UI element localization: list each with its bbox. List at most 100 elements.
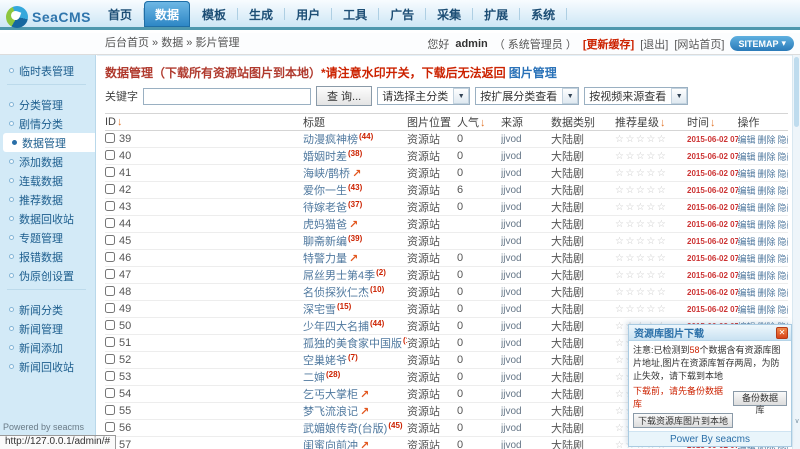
vertical-scrollbar[interactable]: ∨ [792, 55, 800, 449]
nav-item[interactable]: 工具 [332, 1, 378, 27]
sidebar-item[interactable]: 新闻添加 [0, 338, 95, 357]
sidebar-item[interactable]: 分类管理 [0, 95, 95, 114]
edit-link[interactable]: 编辑 [738, 169, 756, 179]
delete-link[interactable]: 删除 [758, 169, 776, 179]
hide-link[interactable]: 隐藏 [778, 135, 788, 145]
image-manage-link[interactable]: 图片管理 [509, 66, 557, 80]
row-checkbox[interactable] [105, 201, 115, 211]
edit-link[interactable]: 编辑 [738, 220, 756, 230]
sidebar-item[interactable]: 伪原创设置 [0, 266, 95, 285]
nav-item[interactable]: 用户 [285, 1, 331, 27]
row-title-link[interactable]: 梦飞流浪记 [303, 406, 358, 418]
row-checkbox[interactable] [105, 303, 115, 313]
nav-item[interactable]: 生成 [238, 1, 284, 27]
row-title-link[interactable]: 海峡/鹊桥 [303, 168, 350, 180]
column-header[interactable]: 推荐星级↓ [615, 114, 687, 131]
row-title-link[interactable]: 孤独的美食家中国版 [303, 338, 402, 350]
row-title-link[interactable]: 爱你一生 [303, 185, 347, 197]
logout-link[interactable]: [退出] [640, 36, 668, 52]
column-header[interactable]: 来源↓ [501, 114, 551, 131]
nav-item[interactable]: 数据 [144, 1, 190, 27]
star-rating[interactable]: ☆☆☆☆☆ [615, 148, 687, 165]
star-rating[interactable]: ☆☆☆☆☆ [615, 301, 687, 318]
sidebar-item[interactable]: 新闻分类 [0, 300, 95, 319]
column-header[interactable]: 操作↓ [738, 114, 789, 131]
row-title-link[interactable]: 名侦探狄仁杰 [303, 287, 369, 299]
row-checkbox[interactable] [105, 167, 115, 177]
row-checkbox[interactable] [105, 371, 115, 381]
row-title-link[interactable]: 乞丐大掌柜 [303, 389, 358, 401]
star-rating[interactable]: ☆☆☆☆☆ [615, 233, 687, 250]
column-header[interactable]: 时间↓ [687, 114, 738, 131]
hide-link[interactable]: 隐藏 [778, 254, 788, 264]
backup-database-button[interactable]: 备份数据库 [733, 391, 787, 406]
edit-link[interactable]: 编辑 [738, 305, 756, 315]
edit-link[interactable]: 编辑 [738, 186, 756, 196]
filter-select[interactable]: 请选择主分类▼ [377, 87, 470, 105]
row-title-link[interactable]: 二婶 [303, 372, 325, 384]
row-checkbox[interactable] [105, 286, 115, 296]
edit-link[interactable]: 编辑 [738, 271, 756, 281]
sidebar-item[interactable]: 推荐数据 [0, 190, 95, 209]
search-button[interactable]: 查 询... [316, 86, 372, 106]
row-checkbox[interactable] [105, 337, 115, 347]
delete-link[interactable]: 删除 [758, 288, 776, 298]
edit-link[interactable]: 编辑 [738, 135, 756, 145]
column-header[interactable]: 数据类别↓ [551, 114, 615, 131]
column-header[interactable]: 图片位置↓ [407, 114, 457, 131]
star-rating[interactable]: ☆☆☆☆☆ [615, 199, 687, 216]
star-rating[interactable]: ☆☆☆☆☆ [615, 216, 687, 233]
delete-link[interactable]: 删除 [758, 203, 776, 213]
sidebar-item[interactable]: 连载数据 [0, 171, 95, 190]
edit-link[interactable]: 编辑 [738, 254, 756, 264]
edit-link[interactable]: 编辑 [738, 203, 756, 213]
row-title-link[interactable]: 屌丝男士第4季 [303, 270, 375, 282]
edit-link[interactable]: 编辑 [738, 288, 756, 298]
hide-link[interactable]: 隐藏 [778, 186, 788, 196]
delete-link[interactable]: 删除 [758, 135, 776, 145]
row-title-link[interactable]: 闺蜜向前冲 [303, 440, 358, 449]
delete-link[interactable]: 删除 [758, 305, 776, 315]
sidebar-item[interactable]: 新闻管理 [0, 319, 95, 338]
sidebar-item[interactable]: 报错数据 [0, 247, 95, 266]
nav-item[interactable]: 系统 [520, 1, 566, 27]
row-title-link[interactable]: 空巢姥爷 [303, 355, 347, 367]
sidebar-item[interactable]: 剧情分类 [0, 114, 95, 133]
delete-link[interactable]: 删除 [758, 254, 776, 264]
star-rating[interactable]: ☆☆☆☆☆ [615, 165, 687, 182]
row-title-link[interactable]: 特警力量 [303, 253, 347, 265]
row-checkbox[interactable] [105, 388, 115, 398]
nav-item[interactable]: 模板 [191, 1, 237, 27]
column-header[interactable]: 人气↓ [457, 114, 501, 131]
scrollbar-thumb[interactable] [794, 57, 799, 127]
hide-link[interactable]: 隐藏 [778, 169, 788, 179]
sidebar-item[interactable]: 临时表管理 [0, 61, 95, 80]
row-title-link[interactable]: 动漫疯神榜 [303, 134, 358, 146]
nav-item[interactable]: 广告 [379, 1, 425, 27]
row-title-link[interactable]: 婚姻时差 [303, 151, 347, 163]
scroll-down-arrow-icon[interactable]: ∨ [793, 417, 800, 425]
column-header[interactable]: 标题↓ [303, 114, 407, 131]
sidebar-item[interactable]: 专题管理 [0, 228, 95, 247]
delete-link[interactable]: 删除 [758, 186, 776, 196]
row-title-link[interactable]: 深宅雪 [303, 304, 336, 316]
star-rating[interactable]: ☆☆☆☆☆ [615, 131, 687, 148]
row-checkbox[interactable] [105, 354, 115, 364]
row-checkbox[interactable] [105, 405, 115, 415]
delete-link[interactable]: 删除 [758, 237, 776, 247]
star-rating[interactable]: ☆☆☆☆☆ [615, 284, 687, 301]
row-checkbox[interactable] [105, 150, 115, 160]
delete-link[interactable]: 删除 [758, 220, 776, 230]
column-header[interactable]: ID↓ [105, 114, 303, 131]
hide-link[interactable]: 隐藏 [778, 203, 788, 213]
edit-link[interactable]: 编辑 [738, 152, 756, 162]
sitemap-button[interactable]: SITEMAP▾ [730, 36, 794, 51]
sidebar-item[interactable]: 数据管理 [3, 133, 95, 152]
delete-link[interactable]: 删除 [758, 152, 776, 162]
row-checkbox[interactable] [105, 133, 115, 143]
row-checkbox[interactable] [105, 252, 115, 262]
row-checkbox[interactable] [105, 235, 115, 245]
delete-link[interactable]: 删除 [758, 271, 776, 281]
sidebar-item[interactable]: 数据回收站 [0, 209, 95, 228]
hide-link[interactable]: 隐藏 [778, 288, 788, 298]
